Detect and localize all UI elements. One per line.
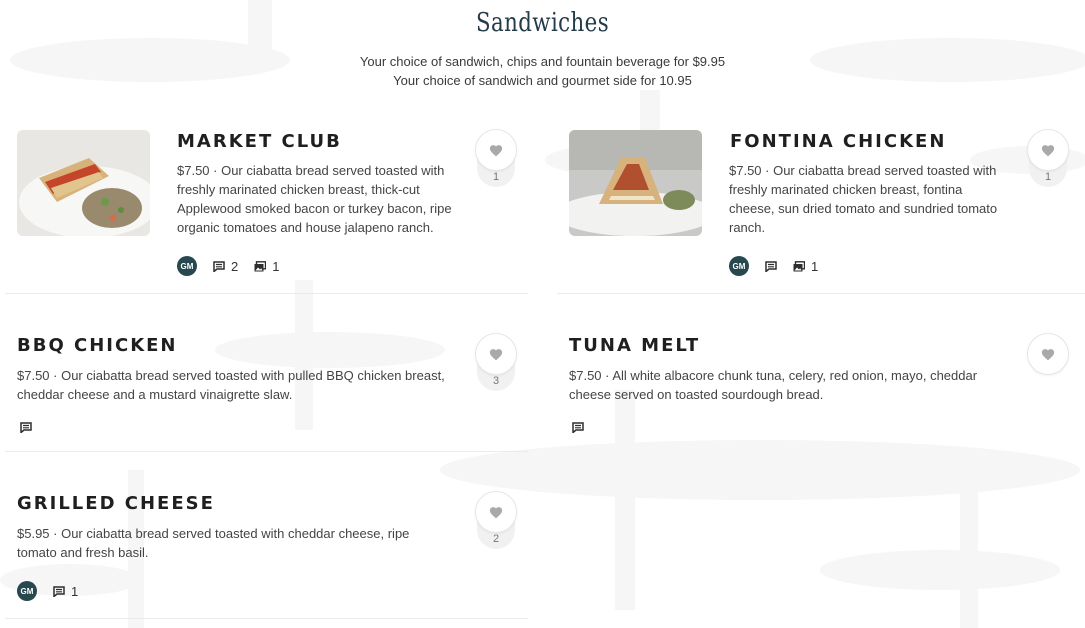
divider [557,293,1085,294]
tuna-melt-description: $7.50 · All white albacore chunk tuna, c… [569,368,978,402]
fontina-chicken-description: $7.50 · Our ciabatta bread served toaste… [729,163,998,235]
bbq-chicken-name[interactable]: BBQ CHICKEN [17,335,178,356]
heart-icon [489,506,503,518]
like-button[interactable] [475,491,517,533]
grilled-cheese-description: $5.95 · Our ciabatta bread served toaste… [17,526,410,560]
comments-link[interactable]: 2 [213,259,238,274]
heart-icon [489,348,503,360]
comment-icon [213,260,225,272]
photo-icon [793,260,805,271]
fontina-chicken-meta: GM 1 [729,256,818,276]
bbq-chicken-like[interactable]: 3 [475,333,517,391]
bbq-chicken-meta [20,422,32,433]
like-count: 3 [492,375,500,387]
market-club-photo[interactable] [17,130,150,236]
comment-icon [20,422,32,433]
promo-line-2: Your choice of sandwich and gourmet side… [393,73,692,88]
like-button[interactable] [475,129,517,171]
photo-count: 1 [811,258,819,274]
divider [5,618,528,619]
tuna-melt-meta [572,422,584,433]
photo-count: 1 [272,258,280,274]
fontina-chicken-name[interactable]: FONTINA CHICKEN [730,131,946,152]
market-club-name[interactable]: MARKET CLUB [177,131,342,152]
fontina-chicken-photo[interactable] [569,130,702,236]
gm-badge[interactable]: GM [729,256,749,276]
grilled-cheese-like[interactable]: 2 [475,491,517,549]
like-button[interactable] [1027,333,1069,375]
comment-icon [53,585,65,597]
comment-icon [572,422,584,433]
comments-link[interactable] [765,260,777,272]
market-club-description: $7.50 · Our ciabatta bread served toaste… [177,163,452,235]
comment-count: 2 [231,258,239,274]
tuna-melt-like[interactable] [1027,333,1069,391]
like-count: 2 [492,533,500,545]
divider [5,451,528,452]
promo-line-1: Your choice of sandwich, chips and fount… [359,54,726,69]
heart-icon [1041,348,1055,360]
like-count: 1 [1044,171,1052,183]
comments-link[interactable] [20,422,32,433]
comment-count: 1 [71,583,79,599]
like-button[interactable] [1027,129,1069,171]
like-button[interactable] [475,333,517,375]
market-club-like[interactable]: 1 [475,129,517,187]
gm-badge[interactable]: GM [177,256,197,276]
divider [5,293,528,294]
heart-icon [1041,144,1055,156]
grilled-cheese-meta: GM 1 [17,581,78,601]
tuna-melt-name[interactable]: TUNA MELT [569,335,700,356]
fontina-chicken-like[interactable]: 1 [1027,129,1069,187]
photo-icon [254,260,267,271]
photos-link[interactable]: 1 [254,259,279,274]
photos-link[interactable]: 1 [793,259,818,274]
comment-icon [765,260,777,272]
grilled-cheese-name[interactable]: GRILLED CHEESE [17,493,215,514]
market-club-meta: GM 2 1 [177,256,279,276]
gm-badge[interactable]: GM [17,581,37,601]
heart-icon [489,144,503,156]
section-title: Sandwiches [475,8,610,38]
comments-link[interactable] [572,422,584,433]
like-count: 1 [492,171,500,183]
bbq-chicken-description: $7.50 · Our ciabatta bread served toaste… [17,368,445,402]
comments-link[interactable]: 1 [53,584,78,599]
